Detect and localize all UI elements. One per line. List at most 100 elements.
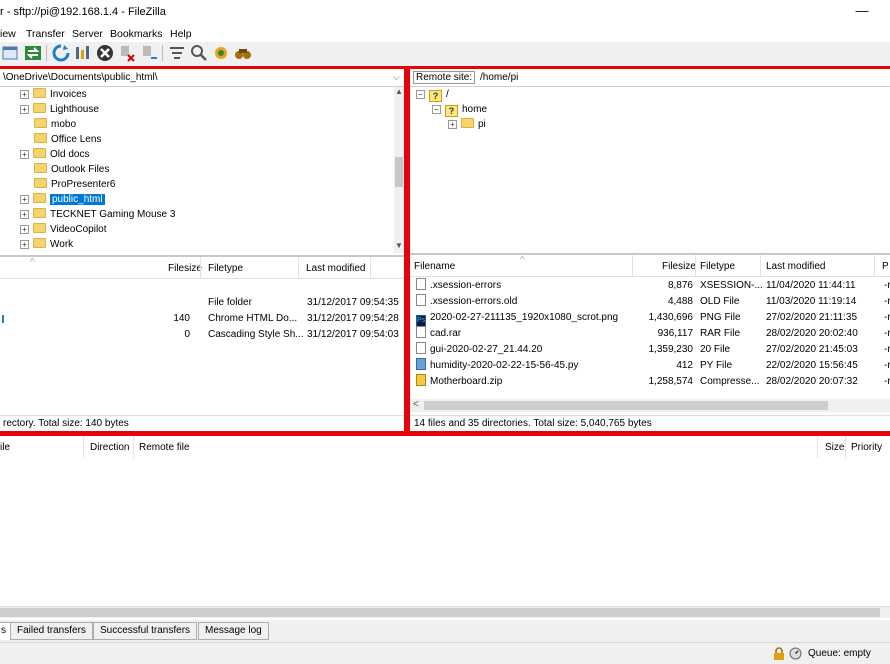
folder-icon [461,118,474,128]
col-filename[interactable]: Filename [414,261,455,272]
col-size[interactable]: Size [825,442,844,453]
reconnect-icon[interactable] [140,44,158,62]
folder-icon [34,178,47,188]
collapse-icon[interactable]: − [416,90,425,99]
col-filesize[interactable]: Filesize [662,261,696,272]
expand-icon[interactable]: + [20,150,29,159]
scroll-thumb[interactable] [395,157,403,187]
local-list-header: ^ Filesize Filetype Last modified [0,257,404,279]
tab-message-log[interactable]: Message log [198,622,269,640]
remote-panel: Remote site: /home/pi −? / −? home + pi ^ F… [407,66,890,434]
local-tree-scrollbar[interactable]: ▲ ▼ [394,87,404,253]
tree-item[interactable]: Outlook Files [34,163,109,177]
tree-item[interactable]: + TECKNET Gaming Mouse 3 [20,208,175,222]
folder-icon [33,88,46,98]
python-file-icon [416,358,426,370]
col-last-modified[interactable]: Last modified [306,263,365,274]
col-last-modified[interactable]: Last modified [766,261,825,272]
find-icon[interactable] [234,44,252,62]
tree-item[interactable]: + Old docs [20,148,89,162]
tree-item[interactable]: −? home [432,103,487,117]
tree-item-selected[interactable]: + public_html [20,193,105,207]
menu-server[interactable]: Server [72,28,103,40]
file-row[interactable]: 0 Cascading Style Sh... 31/12/2017 09:54… [0,327,404,343]
remote-hscrollbar[interactable]: < [410,399,890,412]
local-path-bar: \OneDrive\Documents\public_html\ ⌵ [0,69,404,87]
tree-item[interactable]: + Lighthouse [20,103,99,117]
file-row[interactable]: gui-2020-02-27_21.44.20 1,359,230 20 Fil… [410,342,890,358]
cancel-icon[interactable] [96,44,114,62]
refresh-icon[interactable] [52,44,70,62]
sort-indicator-icon: ^ [30,257,35,268]
title-bar: r - sftp://pi@192.168.1.4 - FileZilla — [0,0,890,26]
menu-bookmarks[interactable]: Bookmarks [110,28,163,40]
col-filetype[interactable]: Filetype [208,263,243,274]
local-path-input[interactable]: \OneDrive\Documents\public_html\ [3,72,158,83]
file-icon [416,342,426,354]
disconnect-icon[interactable] [118,44,136,62]
scroll-up-icon[interactable]: ▲ [394,87,404,97]
minimize-button[interactable]: — [852,2,872,22]
zip-file-icon [416,374,426,386]
sort-indicator-icon: ^ [520,255,525,266]
file-row[interactable]: humidity-2020-02-22-15-56-45.py 412 PY F… [410,358,890,374]
col-filetype[interactable]: Filetype [700,261,735,272]
process-queue-icon[interactable] [74,44,92,62]
tree-item[interactable]: + pi [448,118,486,132]
col-priority[interactable]: Priority [851,442,882,453]
sync-icon[interactable] [24,44,42,62]
unknown-folder-icon: ? [445,105,458,117]
scroll-thumb[interactable] [424,401,828,410]
tree-item[interactable]: + Work [20,238,73,252]
tree-item[interactable]: + VideoCopilot [20,223,107,237]
tree-item[interactable]: −? / [416,88,449,102]
expand-icon[interactable]: + [20,210,29,219]
tree-item[interactable]: Office Lens [34,133,101,147]
window-title: r - sftp://pi@192.168.1.4 - FileZilla [0,6,166,18]
chevron-down-icon[interactable]: ⌵ [393,72,400,83]
tree-item[interactable]: mobo [34,118,76,132]
local-status: rectory. Total size: 140 bytes [0,415,404,431]
file-row[interactable]: 140 Chrome HTML Do... 31/12/2017 09:54:2… [0,311,404,327]
remote-list-header: ^ Filename Filesize Filetype Last modifi… [410,255,890,277]
collapse-icon[interactable]: − [432,105,441,114]
tree-item[interactable]: + Invoices [20,88,87,102]
expand-icon[interactable]: + [20,105,29,114]
menu-view[interactable]: iew [0,28,16,40]
scroll-thumb[interactable] [0,608,880,617]
remote-path-input[interactable]: /home/pi [480,72,518,83]
tree-item[interactable]: ProPresenter6 [34,178,115,192]
folder-icon [33,223,46,233]
file-row[interactable]: cad.rar 936,117 RAR File 28/02/2020 20:0… [410,326,890,342]
expand-icon[interactable]: + [20,90,29,99]
col-direction[interactable]: Direction [90,442,129,453]
file-row[interactable]: File folder 31/12/2017 09:54:35 [0,295,404,311]
col-remote-file[interactable]: Remote file [139,442,190,453]
expand-icon[interactable]: + [20,195,29,204]
sync-browse-icon[interactable] [212,44,230,62]
file-icon [416,278,426,290]
expand-icon[interactable]: + [448,120,457,129]
col-local-file[interactable]: ile [0,442,10,453]
remote-status: 14 files and 35 directories. Total size:… [410,415,890,431]
col-filesize[interactable]: Filesize [168,263,202,274]
tab-failed-transfers[interactable]: Failed transfers [10,622,93,640]
expand-icon[interactable]: + [20,225,29,234]
site-manager-icon[interactable] [2,44,20,62]
filter-icon[interactable] [168,44,186,62]
scroll-left-icon[interactable]: < [413,399,419,410]
file-row[interactable]: Motherboard.zip 1,258,574 Compresse... 2… [410,374,890,390]
file-row[interactable]: .xsession-errors.old 4,488 OLD File 11/0… [410,294,890,310]
compare-icon[interactable] [190,44,208,62]
file-row[interactable]: Ps 2020-02-27-211135_1920x1080_scrot.png … [410,310,890,327]
scroll-down-icon[interactable]: ▼ [394,241,404,251]
file-row[interactable]: .xsession-errors 8,876 XSESSION-... 11/0… [410,278,890,294]
menu-help[interactable]: Help [170,28,192,40]
tab-successful-transfers[interactable]: Successful transfers [93,622,198,640]
folder-icon [33,148,46,158]
menu-transfer[interactable]: Transfer [26,28,65,40]
speed-limit-icon[interactable] [789,647,802,660]
folder-icon [33,193,46,203]
expand-icon[interactable]: + [20,240,29,249]
col-permissions[interactable]: P [882,261,889,272]
